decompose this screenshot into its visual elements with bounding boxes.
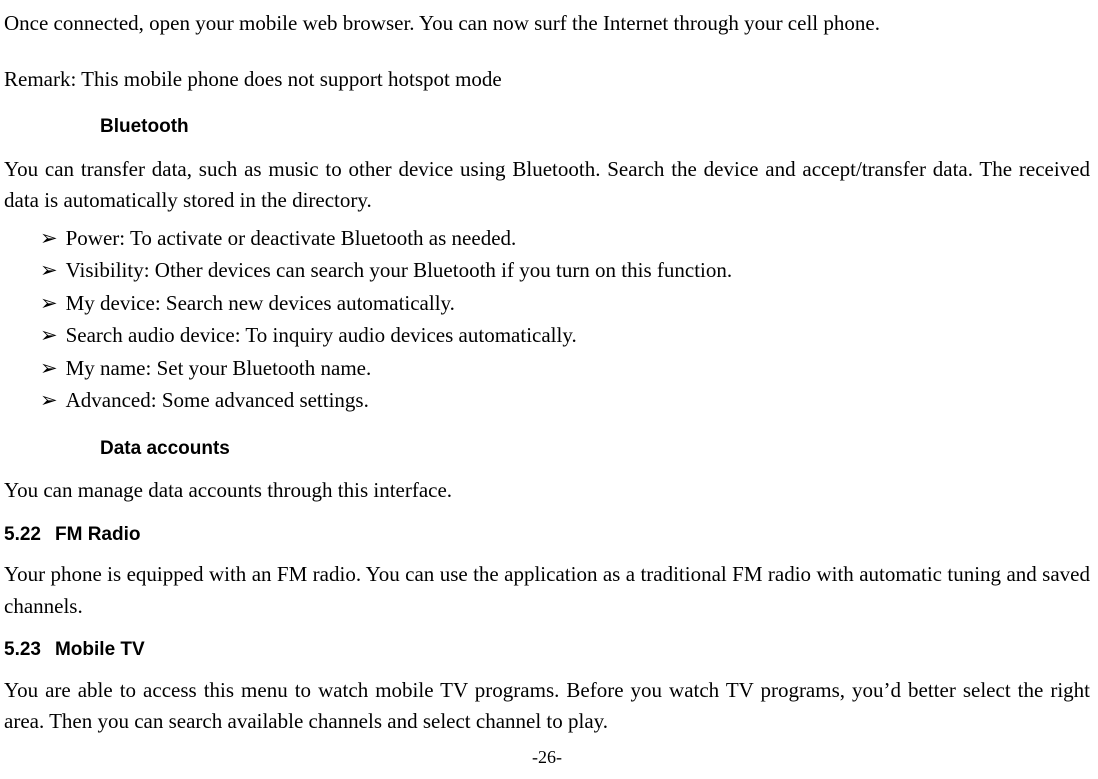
bullet-icon: ➢ [40, 385, 58, 417]
list-item: ➢ My device: Search new devices automati… [40, 288, 1090, 320]
list-item-text: My name: Set your Bluetooth name. [66, 353, 372, 385]
list-item: ➢ Visibility: Other devices can search y… [40, 255, 1090, 287]
list-item: ➢ Advanced: Some advanced settings. [40, 385, 1090, 417]
section-number: 5.23 [4, 639, 41, 660]
bullet-icon: ➢ [40, 223, 58, 255]
data-accounts-heading: Data accounts [100, 435, 1090, 464]
section-title: Mobile TV [55, 639, 145, 660]
intro-paragraph: Once connected, open your mobile web bro… [4, 8, 1090, 40]
section-title: FM Radio [55, 524, 141, 545]
page-number: -26- [4, 744, 1090, 771]
list-item-text: Visibility: Other devices can search you… [66, 255, 733, 287]
mobile-tv-paragraph: You are able to access this menu to watc… [4, 675, 1090, 738]
remark-paragraph: Remark: This mobile phone does not suppo… [4, 64, 1090, 96]
section-number: 5.22 [4, 524, 41, 545]
list-item-text: Power: To activate or deactivate Bluetoo… [66, 223, 517, 255]
fm-radio-paragraph: Your phone is equipped with an FM radio.… [4, 559, 1090, 622]
list-item-text: Advanced: Some advanced settings. [66, 385, 369, 417]
bullet-icon: ➢ [40, 255, 58, 287]
bullet-icon: ➢ [40, 288, 58, 320]
bluetooth-paragraph: You can transfer data, such as music to … [4, 154, 1090, 217]
list-item: ➢ My name: Set your Bluetooth name. [40, 353, 1090, 385]
list-item-text: Search audio device: To inquiry audio de… [66, 320, 577, 352]
data-accounts-paragraph: You can manage data accounts through thi… [4, 475, 1090, 507]
list-item-text: My device: Search new devices automatica… [66, 288, 455, 320]
mobile-tv-heading: 5.23 Mobile TV [4, 636, 1090, 665]
bullet-icon: ➢ [40, 320, 58, 352]
bluetooth-heading: Bluetooth [100, 113, 1090, 142]
list-item: ➢ Search audio device: To inquiry audio … [40, 320, 1090, 352]
fm-radio-heading: 5.22 FM Radio [4, 521, 1090, 550]
list-item: ➢ Power: To activate or deactivate Bluet… [40, 223, 1090, 255]
bullet-icon: ➢ [40, 353, 58, 385]
bluetooth-bullet-list: ➢ Power: To activate or deactivate Bluet… [40, 223, 1090, 417]
